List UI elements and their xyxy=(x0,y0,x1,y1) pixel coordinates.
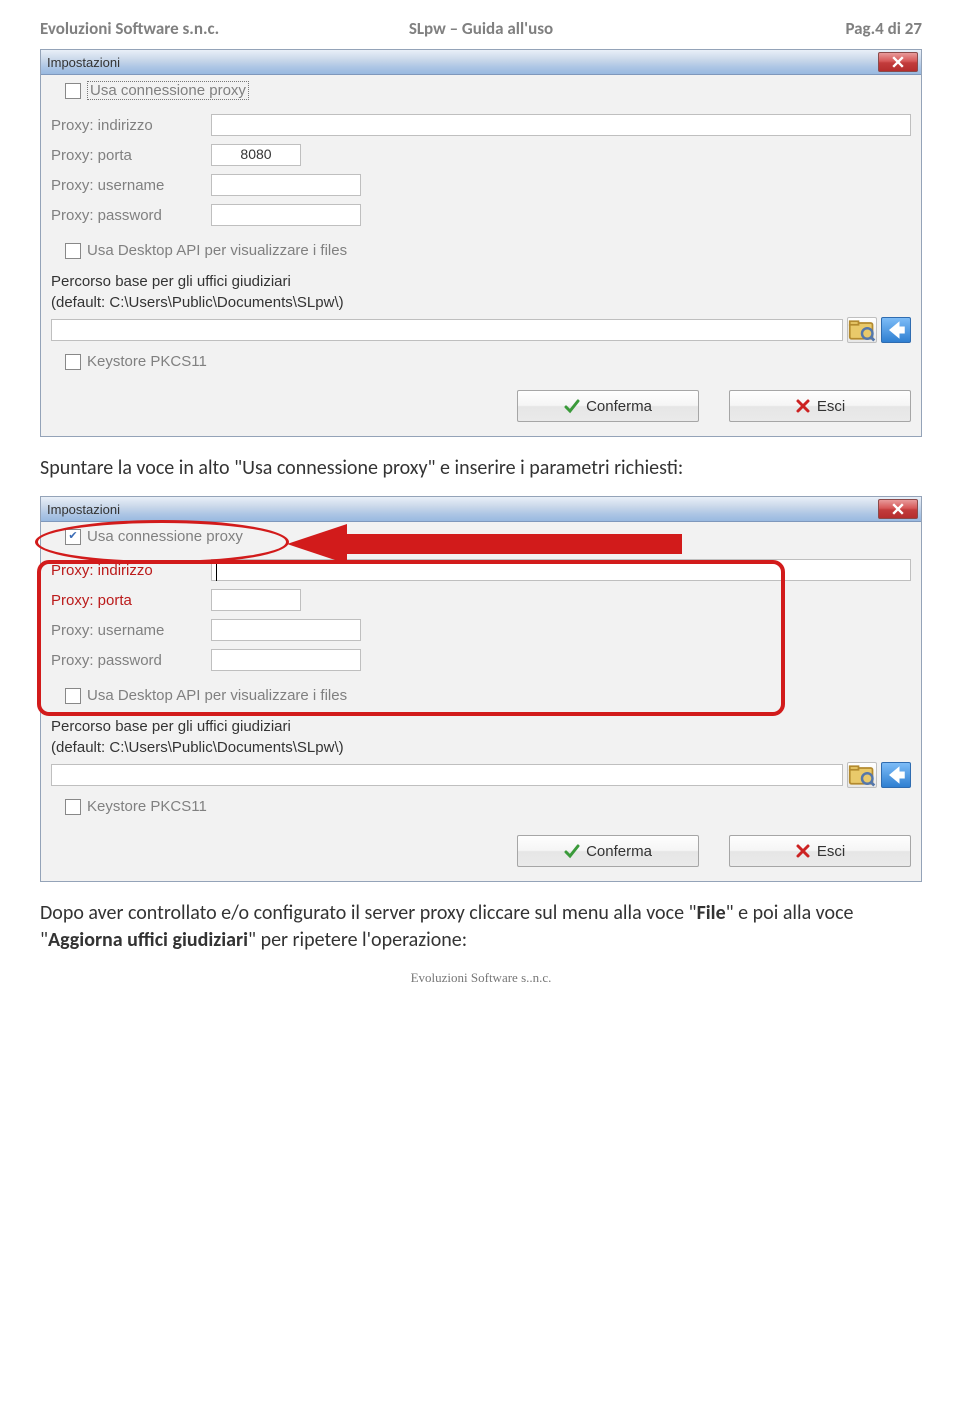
pkcs-label: Keystore PKCS11 xyxy=(87,353,207,370)
arrow-left-icon xyxy=(882,761,910,789)
header-title: SLpw – Guida all'uso xyxy=(334,18,628,39)
confirm-button[interactable]: Conferma xyxy=(517,390,699,422)
use-proxy-checkbox[interactable] xyxy=(65,529,81,545)
confirm-button[interactable]: Conferma xyxy=(517,835,699,867)
settings-dialog-2: Impostazioni Usa connessione proxy Proxy… xyxy=(40,496,922,882)
use-proxy-label: Usa connessione proxy xyxy=(87,81,249,100)
proxy-address-label: Proxy: indirizzo xyxy=(51,117,211,134)
proxy-user-label: Proxy: username xyxy=(51,622,211,639)
arrow-left-icon xyxy=(882,316,910,344)
settings-dialog-1: Impostazioni Usa connessione proxy Proxy… xyxy=(40,49,922,437)
proxy-port-label: Proxy: porta xyxy=(51,147,211,164)
path-base-label: Percorso base per gli uffici giudiziari … xyxy=(51,716,911,758)
folder-search-icon xyxy=(848,316,876,344)
proxy-pass-input[interactable] xyxy=(211,649,361,671)
instruction-text-1: Spuntare la voce in alto "Usa connession… xyxy=(40,455,922,482)
path-base-input[interactable] xyxy=(51,319,843,341)
proxy-user-input[interactable] xyxy=(211,174,361,196)
close-icon xyxy=(892,56,904,68)
window-title: Impostazioni xyxy=(47,502,120,517)
proxy-address-label: Proxy: indirizzo xyxy=(51,562,211,579)
proxy-port-input[interactable]: 8080 xyxy=(211,144,301,166)
text-caret xyxy=(216,563,906,581)
proxy-pass-label: Proxy: password xyxy=(51,207,211,224)
x-icon xyxy=(795,398,811,414)
path-base-input[interactable] xyxy=(51,764,843,786)
exit-button[interactable]: Esci xyxy=(729,390,911,422)
x-icon xyxy=(795,843,811,859)
check-icon xyxy=(564,843,580,859)
header-page: Pag.4 di 27 xyxy=(628,18,922,39)
doc-header: Evoluzioni Software s.n.c. SLpw – Guida … xyxy=(40,18,922,39)
window-title: Impostazioni xyxy=(47,55,120,70)
titlebar[interactable]: Impostazioni xyxy=(41,50,921,75)
header-company: Evoluzioni Software s.n.c. xyxy=(40,18,334,39)
browse-button[interactable] xyxy=(847,317,877,343)
pkcs-checkbox[interactable] xyxy=(65,799,81,815)
proxy-pass-input[interactable] xyxy=(211,204,361,226)
proxy-pass-label: Proxy: password xyxy=(51,652,211,669)
proxy-address-input[interactable] xyxy=(211,559,911,581)
reset-path-button[interactable] xyxy=(881,762,911,788)
exit-button[interactable]: Esci xyxy=(729,835,911,867)
instruction-text-2: Dopo aver controllato e/o configurato il… xyxy=(40,900,922,954)
proxy-port-input[interactable] xyxy=(211,589,301,611)
proxy-user-input[interactable] xyxy=(211,619,361,641)
desktop-api-checkbox[interactable] xyxy=(65,688,81,704)
desktop-api-label: Usa Desktop API per visualizzare i files xyxy=(87,687,347,704)
reset-path-button[interactable] xyxy=(881,317,911,343)
titlebar[interactable]: Impostazioni xyxy=(41,497,921,522)
browse-button[interactable] xyxy=(847,762,877,788)
proxy-user-label: Proxy: username xyxy=(51,177,211,194)
proxy-address-input[interactable] xyxy=(211,114,911,136)
use-proxy-checkbox[interactable] xyxy=(65,83,81,99)
pkcs-label: Keystore PKCS11 xyxy=(87,798,207,815)
desktop-api-checkbox[interactable] xyxy=(65,243,81,259)
pkcs-checkbox[interactable] xyxy=(65,354,81,370)
proxy-port-label: Proxy: porta xyxy=(51,592,211,609)
check-icon xyxy=(564,398,580,414)
use-proxy-label: Usa connessione proxy xyxy=(87,528,243,545)
close-button[interactable] xyxy=(878,52,918,72)
folder-search-icon xyxy=(848,761,876,789)
footer: Evoluzioni Software s..n.c. xyxy=(40,970,922,986)
close-icon xyxy=(892,503,904,515)
close-button[interactable] xyxy=(878,499,918,519)
desktop-api-label: Usa Desktop API per visualizzare i files xyxy=(87,242,347,259)
path-base-label: Percorso base per gli uffici giudiziari … xyxy=(51,271,911,313)
